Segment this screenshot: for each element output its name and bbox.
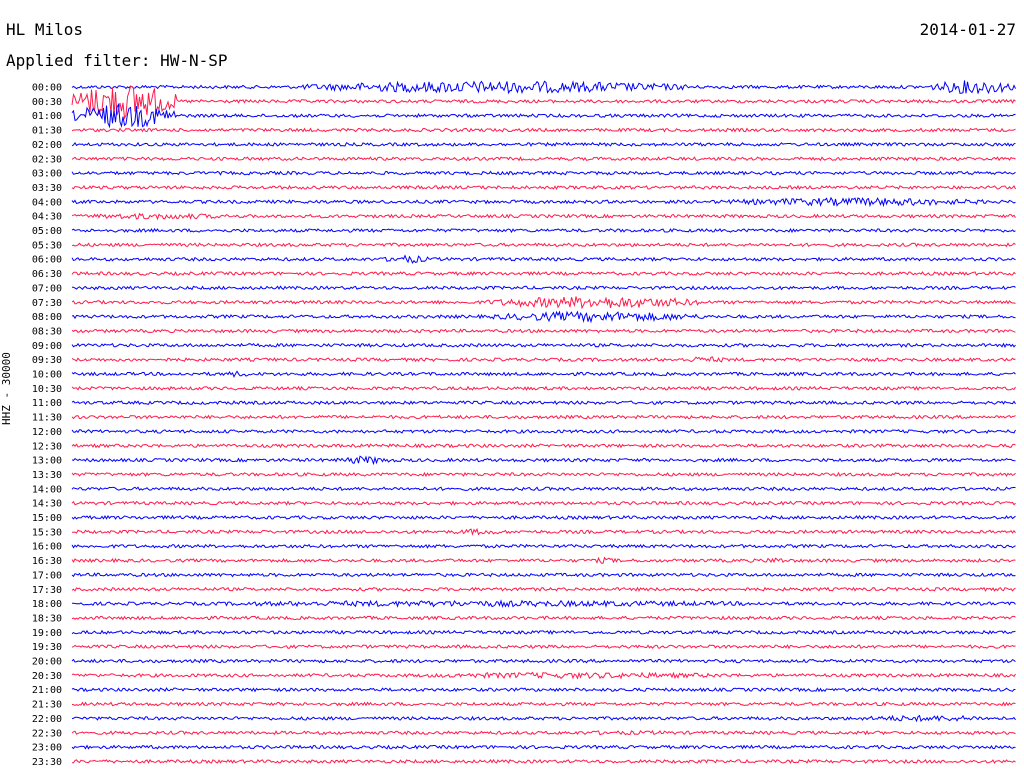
seismic-trace xyxy=(71,500,1016,506)
seismic-trace xyxy=(71,486,1016,492)
seismic-trace xyxy=(71,400,1016,406)
seismic-trace xyxy=(72,285,1016,291)
time-tick-label: 14:30 xyxy=(32,499,62,510)
time-tick-label: 13:30 xyxy=(32,470,62,481)
time-tick-label: 01:00 xyxy=(32,111,62,122)
time-tick-label: 23:00 xyxy=(32,743,62,754)
seismic-trace xyxy=(71,556,1016,564)
seismic-trace xyxy=(71,644,1016,650)
seismic-trace xyxy=(71,414,1016,420)
time-tick-label: 01:30 xyxy=(32,126,62,137)
time-tick-label: 08:30 xyxy=(32,326,62,337)
time-tick-label: 12:30 xyxy=(32,441,62,452)
time-tick-label: 23:30 xyxy=(32,757,62,768)
time-tick-label: 18:30 xyxy=(32,613,62,624)
time-tick-label: 02:30 xyxy=(32,154,62,165)
seismic-trace xyxy=(72,758,1016,764)
seismic-trace xyxy=(71,385,1016,392)
time-tick-label: 20:30 xyxy=(32,671,62,682)
time-tick-label: 07:30 xyxy=(32,298,62,309)
time-tick-label: 15:30 xyxy=(32,527,62,538)
seismic-trace xyxy=(71,342,1016,349)
seismic-trace xyxy=(71,310,1016,324)
time-tick-label: 06:00 xyxy=(32,255,62,266)
seismic-trace xyxy=(71,184,1016,191)
seismic-trace xyxy=(71,471,1016,478)
time-tick-label: 16:00 xyxy=(32,542,62,553)
seismic-trace xyxy=(71,687,1016,693)
time-tick-label: 22:30 xyxy=(32,728,62,739)
seismic-trace xyxy=(71,212,1016,221)
time-tick-label: 05:30 xyxy=(32,240,62,251)
seismic-trace xyxy=(71,296,1016,310)
seismic-trace xyxy=(71,271,1016,277)
seismic-trace xyxy=(71,629,1016,636)
time-tick-label: 08:00 xyxy=(32,312,62,323)
time-tick-label: 03:30 xyxy=(32,183,62,194)
time-tick-label: 02:00 xyxy=(32,140,62,151)
time-tick-label: 15:00 xyxy=(32,513,62,524)
time-tick-label: 19:30 xyxy=(32,642,62,653)
time-tick-label: 14:00 xyxy=(32,484,62,495)
seismic-trace xyxy=(71,658,1016,664)
seismic-trace xyxy=(71,599,1016,608)
seismic-trace xyxy=(71,443,1016,449)
seismic-trace xyxy=(71,242,1016,248)
time-tick-label: 06:30 xyxy=(32,269,62,280)
seismic-trace xyxy=(71,227,1016,234)
seismic-trace xyxy=(71,196,1016,208)
time-tick-label: 09:00 xyxy=(32,341,62,352)
seismic-trace xyxy=(71,714,1016,723)
time-tick-label: 19:00 xyxy=(32,628,62,639)
time-tick-label: 11:30 xyxy=(32,413,62,424)
time-tick-label: 16:30 xyxy=(32,556,62,567)
time-tick-label: 21:30 xyxy=(32,700,62,711)
seismic-trace xyxy=(71,85,1016,120)
seismic-trace xyxy=(71,127,1016,133)
time-tick-label: 17:00 xyxy=(32,570,62,581)
seismic-trace xyxy=(71,80,1016,95)
seismic-trace xyxy=(71,729,1016,736)
time-tick-label: 04:30 xyxy=(32,212,62,223)
time-tick-label: 13:00 xyxy=(32,456,62,467)
time-tick-label: 17:30 xyxy=(32,585,62,596)
time-tick-label: 12:00 xyxy=(32,427,62,438)
seismic-trace xyxy=(71,514,1016,521)
helicorder-plot: 00:00 00:30 01:00 01:30 02:00 02:30 03:00 03:30… xyxy=(32,80,1016,768)
time-tick-label: 05:00 xyxy=(32,226,62,237)
time-tick-label: 21:00 xyxy=(32,685,62,696)
time-tick-label: 20:00 xyxy=(32,657,62,668)
seismic-trace xyxy=(71,356,1016,363)
time-tick-label: 22:00 xyxy=(32,714,62,725)
seismic-trace xyxy=(71,701,1016,707)
seismic-trace xyxy=(71,543,1016,549)
seismic-trace xyxy=(71,102,1016,129)
time-tick-label: 04:00 xyxy=(32,197,62,208)
time-tick-label: 00:00 xyxy=(32,83,62,94)
seismic-trace xyxy=(72,527,1016,536)
seismic-trace xyxy=(71,328,1016,334)
time-tick-label: 03:00 xyxy=(32,169,62,180)
time-tick-label: 18:00 xyxy=(32,599,62,610)
time-tick-label: 07:00 xyxy=(32,283,62,294)
seismic-trace xyxy=(71,744,1016,750)
time-tick-label: 09:30 xyxy=(32,355,62,366)
seismic-trace xyxy=(71,170,1016,176)
time-tick-label: 10:00 xyxy=(32,370,62,381)
seismic-trace xyxy=(71,455,1016,466)
seismic-trace xyxy=(71,141,1016,147)
seismic-trace xyxy=(71,370,1016,378)
time-tick-label: 10:30 xyxy=(32,384,62,395)
seismic-trace xyxy=(71,572,1016,578)
seismic-trace xyxy=(71,586,1016,592)
seismic-trace xyxy=(71,156,1016,162)
time-tick-label: 11:00 xyxy=(32,398,62,409)
time-tick-label: 00:30 xyxy=(32,97,62,108)
seismic-trace xyxy=(71,671,1016,680)
seismic-trace xyxy=(71,428,1016,434)
seismic-trace xyxy=(71,254,1016,264)
seismic-trace xyxy=(71,615,1016,621)
